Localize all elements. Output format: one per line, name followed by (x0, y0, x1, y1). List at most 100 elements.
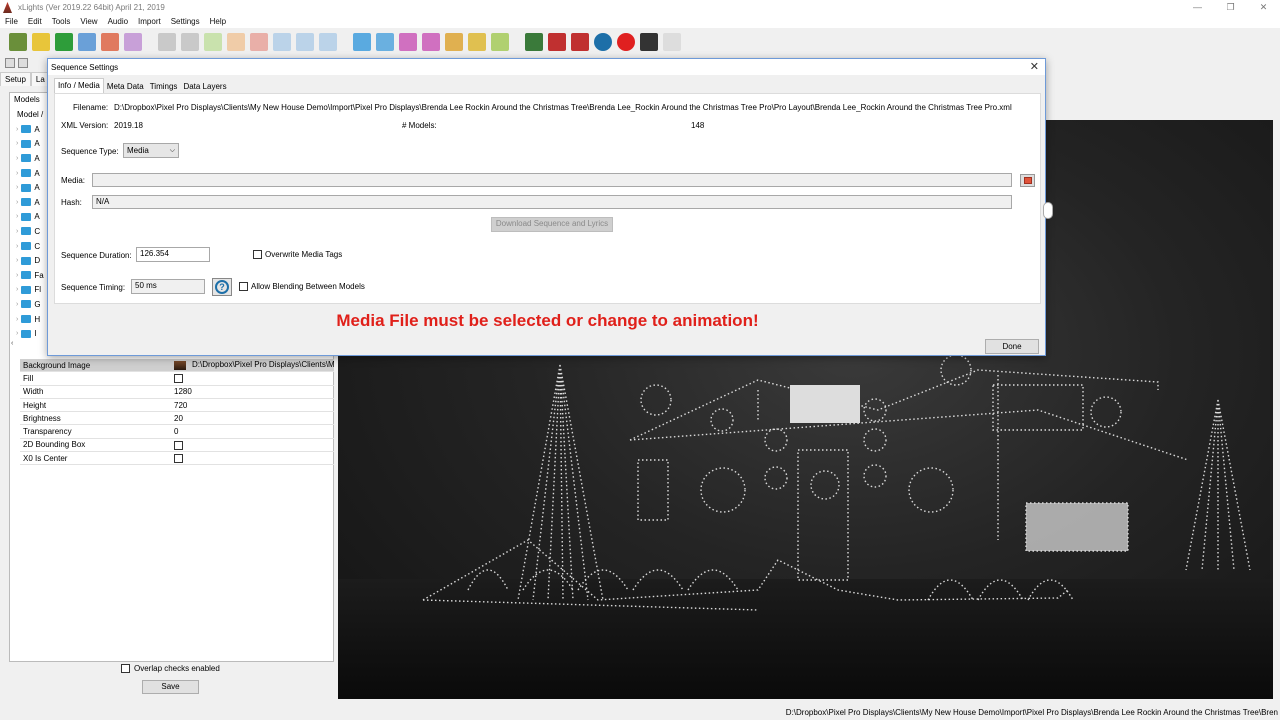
tree-node[interactable]: › H (11, 312, 47, 327)
tree-node[interactable]: › G (11, 297, 47, 312)
property-row[interactable]: Background Image D:\Dropbox\Pixel Pro Dis… (20, 359, 334, 373)
duration-field[interactable]: 126.354 (136, 247, 210, 262)
toolbar-button-icon[interactable] (250, 32, 268, 51)
chevron-right-icon[interactable]: › (16, 272, 18, 279)
menu-import[interactable]: Import (133, 17, 166, 26)
property-row[interactable]: X0 Is Center (20, 452, 334, 466)
chevron-right-icon[interactable]: › (16, 257, 18, 264)
overwrite-media-tags[interactable]: Overwrite Media Tags (253, 250, 342, 259)
property-value-cell[interactable] (172, 374, 334, 384)
property-row[interactable]: Brightness 20 (20, 412, 334, 426)
chevron-right-icon[interactable]: › (16, 330, 18, 337)
tree-node[interactable]: › C (11, 239, 47, 254)
chevron-right-icon[interactable]: › (16, 213, 18, 220)
toolbar-button-icon[interactable] (55, 32, 73, 51)
tab-meta-data[interactable]: Meta Data (104, 80, 147, 93)
tree-header[interactable]: Model / (11, 108, 47, 122)
toolbar-button-icon[interactable] (296, 32, 314, 51)
overlap-checkbox[interactable] (121, 664, 130, 673)
property-value[interactable]: 20 (174, 414, 183, 423)
hash-field[interactable]: N/A (92, 195, 1012, 209)
tree-node[interactable]: › Fa (11, 268, 47, 283)
menu-settings[interactable]: Settings (166, 17, 205, 26)
tree-node[interactable]: › A (11, 151, 47, 166)
chevron-right-icon[interactable]: › (16, 155, 18, 162)
chevron-right-icon[interactable]: › (16, 228, 18, 235)
chevron-right-icon[interactable]: › (16, 301, 18, 308)
toolbar-button-icon[interactable] (273, 32, 291, 51)
property-value[interactable]: 720 (174, 401, 187, 410)
tab-timings[interactable]: Timings (147, 80, 181, 93)
toolbar-button-icon[interactable] (663, 32, 681, 51)
tab-setup[interactable]: Setup (0, 72, 31, 86)
tree-scroll-left-icon[interactable]: ‹ (11, 340, 47, 350)
tree-node[interactable]: › A (11, 210, 47, 225)
toolbar-button-icon[interactable] (204, 32, 222, 51)
maximize-button[interactable]: ❐ (1214, 0, 1247, 15)
blending-checkbox[interactable] (239, 282, 248, 291)
close-window-button[interactable]: ✕ (1247, 0, 1280, 15)
tree-node[interactable]: › Fl (11, 283, 47, 298)
tree-node[interactable]: › A (11, 166, 47, 181)
property-value-cell[interactable]: 0 (172, 427, 334, 436)
property-row[interactable]: Width 1280 (20, 386, 334, 399)
chevron-right-icon[interactable]: › (16, 243, 18, 250)
property-value-cell[interactable] (172, 453, 334, 463)
download-sequence-button[interactable]: Download Sequence and Lyrics (491, 217, 613, 232)
overwrite-checkbox[interactable] (253, 250, 262, 259)
toolbar-button-icon[interactable] (101, 32, 119, 51)
tab-info-media[interactable]: Info / Media (54, 78, 104, 93)
property-value-cell[interactable] (172, 440, 334, 450)
property-checkbox[interactable] (174, 374, 183, 384)
property-value-cell[interactable]: 720 (172, 401, 334, 410)
media-field[interactable] (92, 173, 1012, 187)
sequence-type-select[interactable]: Media ⌵ (123, 143, 179, 158)
tree-node[interactable]: › A (11, 137, 47, 152)
done-button[interactable]: Done (985, 339, 1039, 354)
tree-node[interactable]: › A (11, 122, 47, 137)
tree-node[interactable]: › A (11, 195, 47, 210)
toolbar-button-icon[interactable] (491, 32, 509, 51)
toolbar-button-icon[interactable] (594, 32, 612, 51)
toolbar-button-icon[interactable] (525, 32, 543, 51)
toolbar-button-icon[interactable] (158, 32, 176, 51)
chevron-right-icon[interactable]: › (16, 184, 18, 191)
tree-node[interactable]: › D (11, 253, 47, 268)
property-checkbox[interactable] (174, 440, 183, 450)
layout-square-icon[interactable] (18, 58, 28, 68)
toolbar-button-icon[interactable] (32, 32, 50, 51)
tree-node[interactable]: › I (11, 326, 47, 341)
toolbar-button-icon[interactable] (9, 32, 27, 51)
toolbar-button-icon[interactable] (571, 32, 589, 51)
property-value-cell[interactable]: 1280 (172, 387, 334, 396)
chevron-right-icon[interactable]: › (16, 126, 18, 133)
media-browse-button[interactable] (1020, 174, 1035, 187)
toolbar-button-icon[interactable] (227, 32, 245, 51)
menu-help[interactable]: Help (205, 17, 231, 26)
menu-view[interactable]: View (75, 17, 102, 26)
property-value[interactable]: 0 (174, 427, 178, 436)
models-tab[interactable]: Models (11, 93, 46, 106)
allow-blending[interactable]: Allow Blending Between Models (239, 282, 365, 291)
menu-tools[interactable]: Tools (47, 17, 76, 26)
property-row[interactable]: Height 720 (20, 399, 334, 413)
chevron-right-icon[interactable]: › (16, 199, 18, 206)
toolbar-button-icon[interactable] (353, 32, 371, 51)
chevron-right-icon[interactable]: › (16, 170, 18, 177)
menu-audio[interactable]: Audio (103, 17, 133, 26)
tree-node[interactable]: › C (11, 224, 47, 239)
property-checkbox[interactable] (174, 453, 183, 463)
toolbar-button-icon[interactable] (124, 32, 142, 51)
menu-file[interactable]: File (0, 17, 23, 26)
minimize-button[interactable]: — (1181, 0, 1214, 15)
toolbar-button-icon[interactable] (422, 32, 440, 51)
property-value[interactable]: 1280 (174, 387, 192, 396)
property-row[interactable]: Fill (20, 372, 334, 386)
overlap-checks[interactable]: Overlap checks enabled (121, 664, 220, 673)
dialog-close-icon[interactable]: ✕ (1030, 60, 1039, 73)
property-row[interactable]: 2D Bounding Box (20, 439, 334, 453)
toolbar-button-icon[interactable] (548, 32, 566, 51)
timing-field[interactable]: 50 ms (131, 279, 205, 294)
property-row[interactable]: Transparency 0 (20, 425, 334, 439)
save-button[interactable]: Save (142, 680, 199, 694)
